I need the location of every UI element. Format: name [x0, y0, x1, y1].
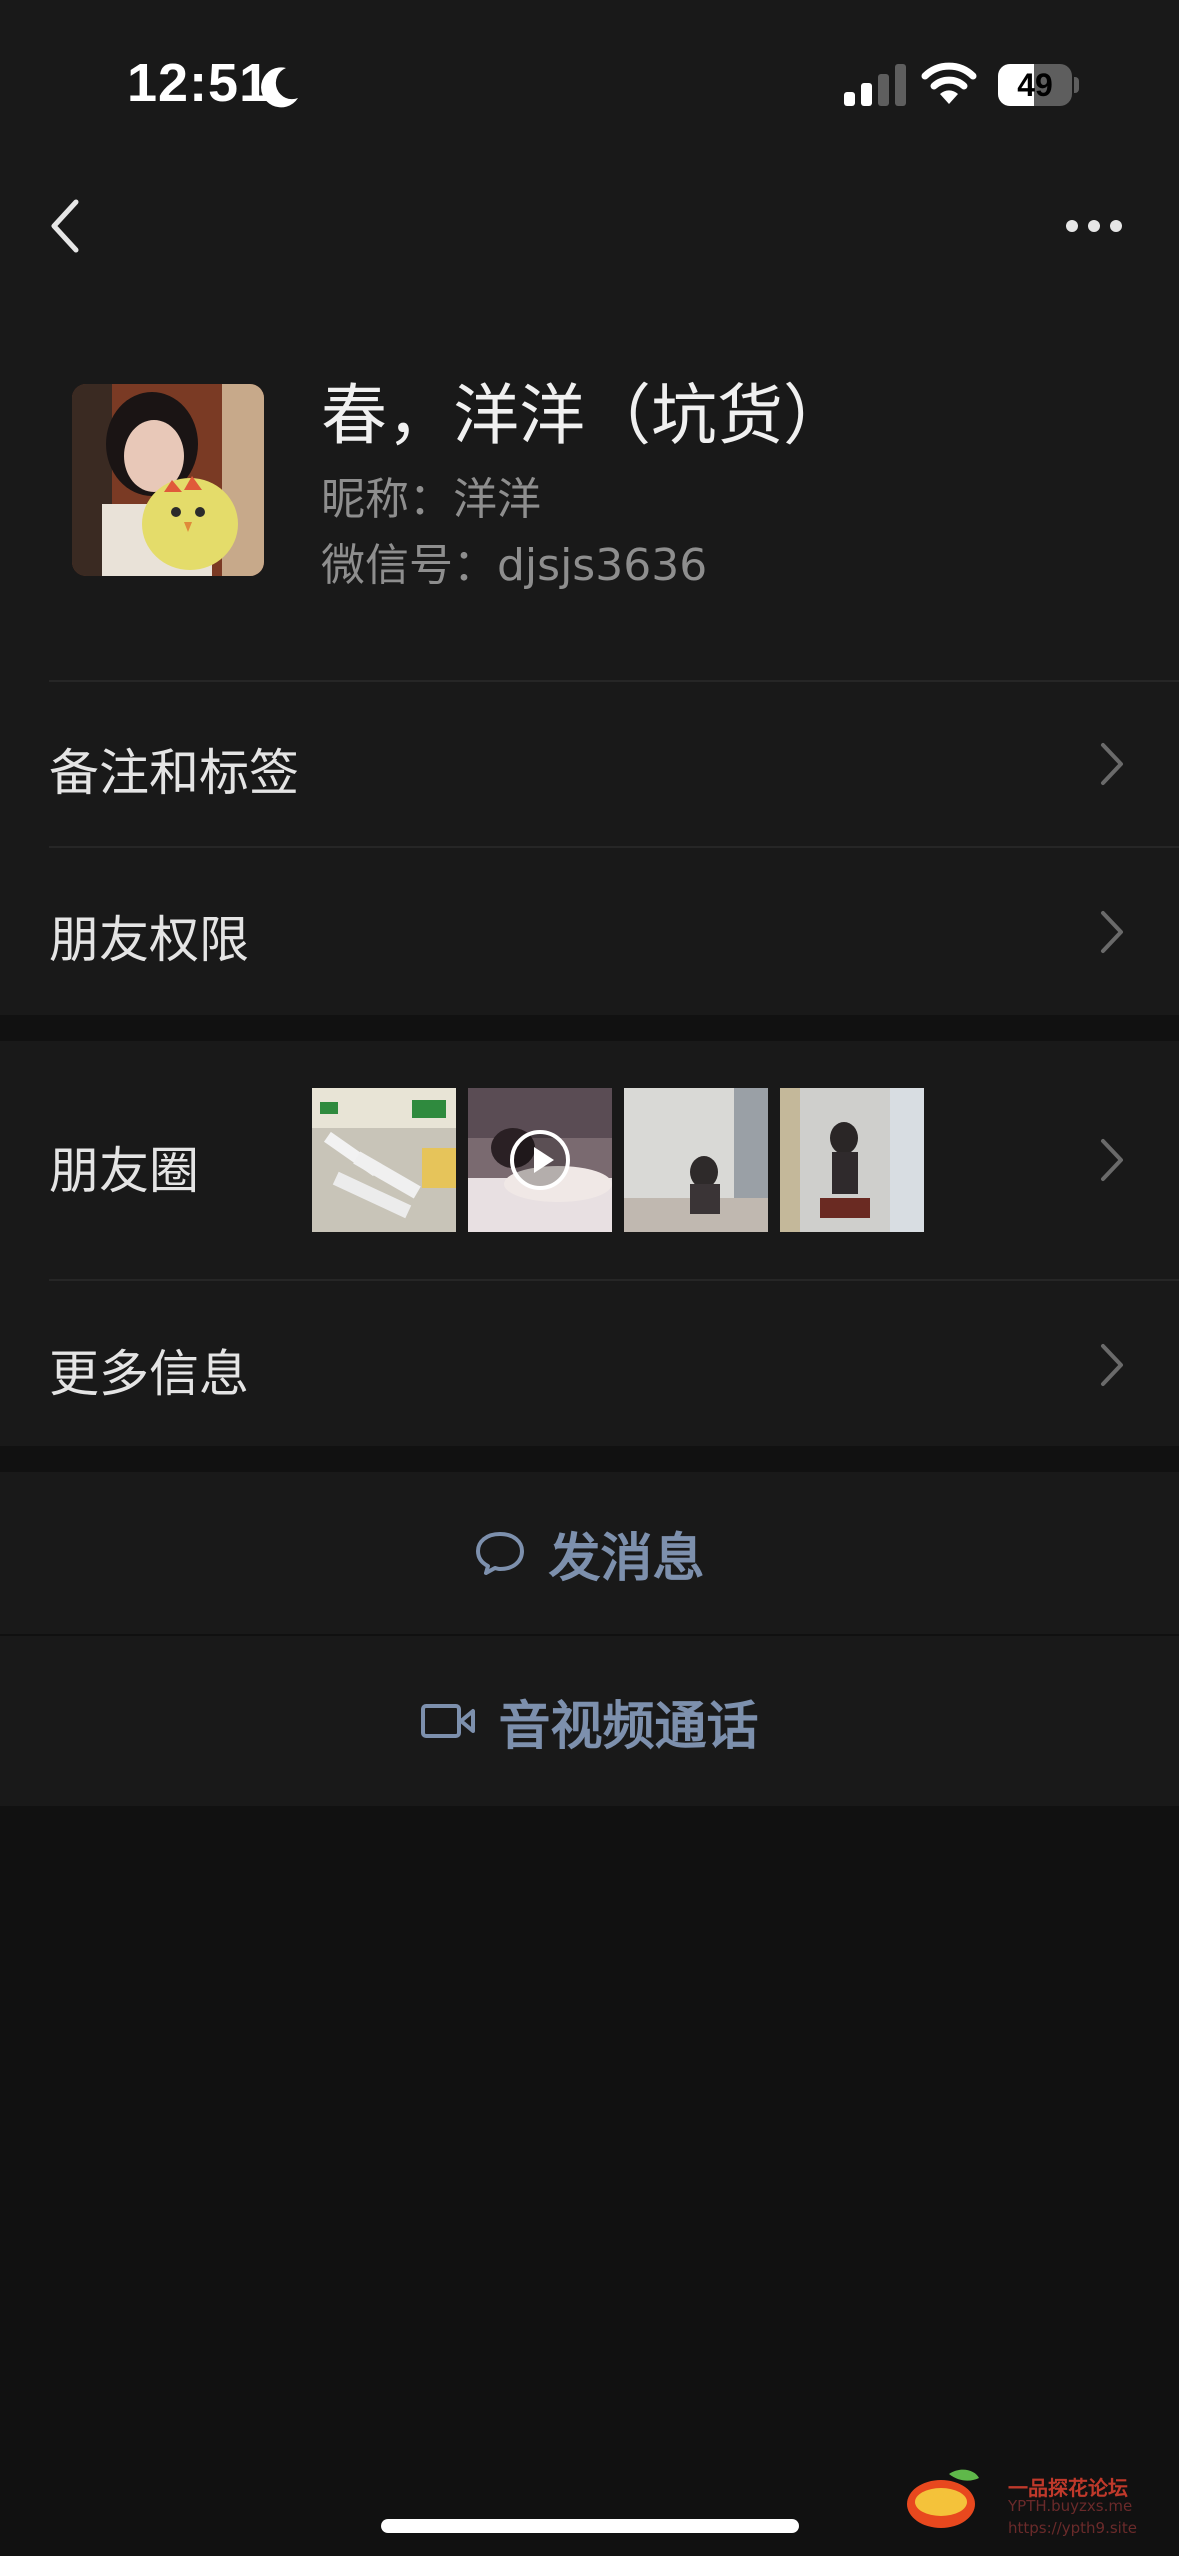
chevron-right-icon	[1101, 1344, 1123, 1386]
display-name: 春，洋洋（坑货）	[321, 377, 849, 454]
nickname: 昵称：洋洋	[321, 474, 541, 525]
section-separator	[0, 1015, 1179, 1041]
chevron-right-icon	[1101, 911, 1123, 953]
chevron-right-icon	[1101, 1139, 1123, 1181]
status-time: 12:51	[127, 53, 271, 113]
more-info-label: 更多信息	[49, 1345, 249, 1403]
av-call-button[interactable]: 音视频通话	[0, 1636, 1179, 1806]
moments-label: 朋友圈	[49, 1142, 199, 1200]
send-message-button[interactable]: 发消息	[0, 1472, 1179, 1634]
moments-thumbnail	[624, 1088, 768, 1232]
battery-indicator: 49	[998, 64, 1079, 106]
watermark-logo	[907, 2469, 979, 2528]
battery-level: 49	[1017, 67, 1053, 103]
chat-bubble-icon	[476, 1532, 525, 1575]
av-call-label: 音视频通话	[498, 1696, 759, 1757]
play-icon[interactable]	[508, 1128, 572, 1192]
video-camera-icon	[421, 1704, 476, 1738]
watermark-line2: https://ypth9.site	[1008, 2519, 1137, 2537]
back-icon[interactable]	[48, 198, 82, 254]
chevron-right-icon	[1101, 743, 1123, 785]
section-separator	[0, 1446, 1179, 1472]
more-icon[interactable]	[1064, 214, 1124, 238]
send-message-label: 发消息	[548, 1528, 705, 1589]
home-indicator[interactable]	[381, 2519, 799, 2533]
signal-icon	[844, 64, 906, 106]
wechat-id: 微信号：djsjs3636	[321, 540, 708, 591]
moon-icon	[261, 67, 298, 108]
wifi-icon	[921, 62, 977, 104]
friend-permissions-label: 朋友权限	[49, 911, 249, 969]
notes-tags-label: 备注和标签	[49, 744, 299, 802]
moments-thumbnail	[780, 1088, 924, 1232]
moments-thumbnail	[312, 1088, 456, 1232]
watermark-line1: YPTH.buyzxs.me	[1008, 2497, 1133, 2515]
avatar[interactable]	[72, 384, 264, 576]
